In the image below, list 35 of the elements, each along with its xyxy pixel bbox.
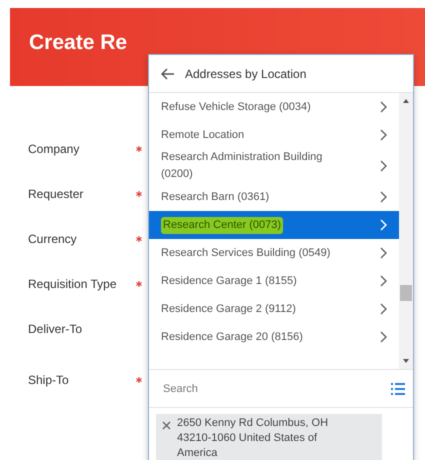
location-item[interactable]: Remote Location — [149, 121, 399, 150]
field-label: Currency — [28, 232, 78, 246]
location-item[interactable]: Residence Garage 20 (8156) — [149, 323, 399, 352]
location-item[interactable]: Research Center (0073) — [149, 211, 399, 240]
field-label: Requisition Type — [28, 276, 118, 290]
chevron-icon — [379, 303, 387, 316]
field-label: Company — [28, 142, 80, 156]
scroll-up-icon[interactable] — [402, 97, 410, 106]
remove-icon[interactable] — [162, 421, 171, 430]
chevron-icon — [379, 219, 387, 232]
chevron-icon — [379, 331, 387, 344]
scroll-thumb[interactable] — [400, 285, 412, 302]
field-label: Ship-To — [28, 372, 70, 386]
scroll-down-icon[interactable] — [402, 357, 410, 366]
page-title: Create Re — [29, 31, 128, 55]
field-label: Deliver-To — [28, 322, 84, 336]
location-item[interactable]: Research Administration Building (0200) — [149, 149, 399, 184]
location-item[interactable]: Research Barn (0361) — [149, 183, 399, 212]
location-item[interactable]: Residence Garage 2 (9112) — [149, 295, 399, 324]
location-item[interactable]: Residence Garage 1 (8155) — [149, 267, 399, 296]
chevron-icon — [379, 247, 387, 260]
chevron-icon — [379, 275, 387, 288]
location-item[interactable]: Refuse Vehicle Storage (0034) — [149, 93, 399, 122]
list-icon[interactable] — [391, 382, 405, 395]
search-field[interactable]: Search — [161, 382, 391, 396]
chevron-icon — [379, 101, 387, 114]
field-label: Requester — [28, 186, 84, 200]
address-text: 2650 Kenny Rd Columbus, OH 43210-1060 United States of America — [177, 416, 330, 460]
back-arrow-icon[interactable] — [161, 68, 175, 80]
scrollbar[interactable] — [399, 93, 413, 370]
popup-title: Addresses by Location — [185, 66, 306, 81]
chevron-icon — [379, 191, 387, 204]
location-item[interactable]: Research Services Building (0549) — [149, 239, 399, 268]
chevron-icon — [379, 129, 387, 142]
chevron-icon — [379, 160, 387, 172]
